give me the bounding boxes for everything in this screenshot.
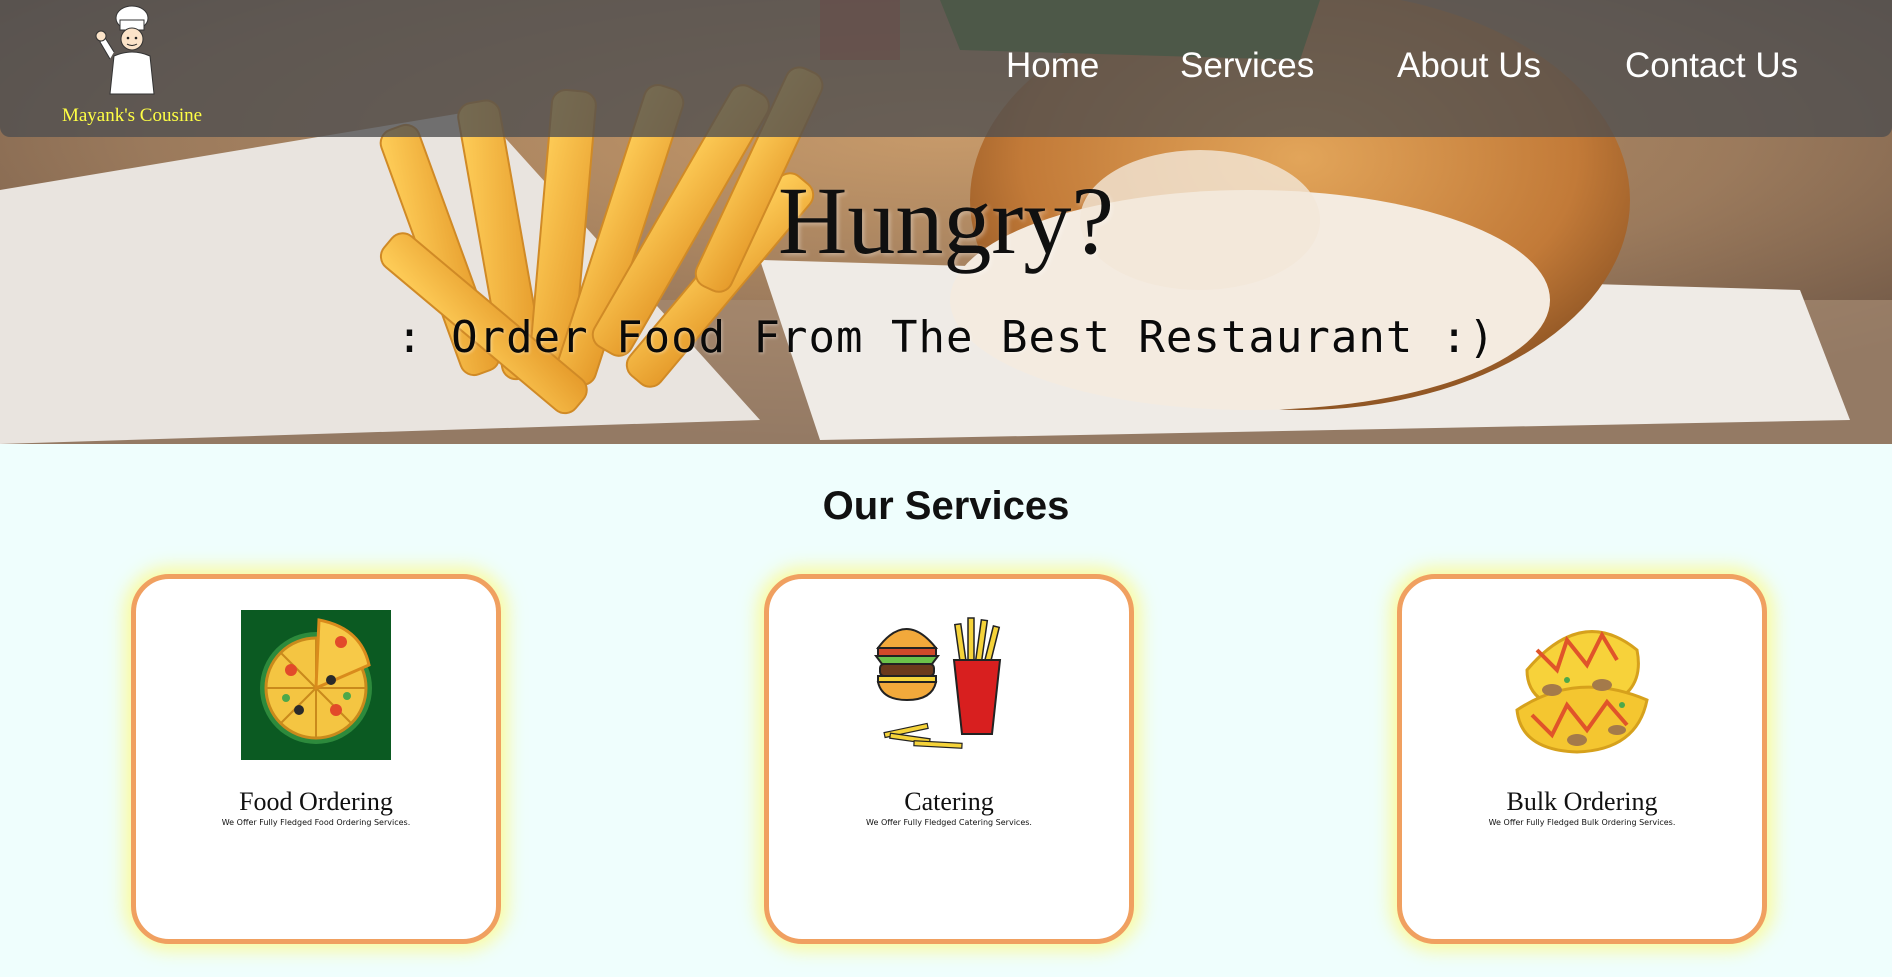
nav-home[interactable]: Home xyxy=(1006,46,1099,86)
burger-fries-icon xyxy=(874,617,1002,749)
nav-about-us[interactable]: About Us xyxy=(1397,46,1541,86)
hero-title: Hungry? xyxy=(778,167,1114,274)
card-title: Food Ordering xyxy=(239,787,393,816)
nav-services[interactable]: Services xyxy=(1180,46,1314,86)
card-description: We Offer Fully Fledged Food Ordering Ser… xyxy=(221,818,411,827)
navbar: Mayank's Cousine Home Services About Us … xyxy=(0,0,1892,137)
brand-name: Mayank's Cousine xyxy=(61,105,203,126)
service-card-bulk-ordering[interactable]: Bulk Ordering We Offer Fully Fledged Bul… xyxy=(1397,574,1767,944)
card-title: Catering xyxy=(904,787,994,816)
services-heading: Our Services xyxy=(822,484,1070,528)
hero-banner: Mayank's Cousine Home Services About Us … xyxy=(0,0,1892,444)
card-title: Bulk Ordering xyxy=(1506,787,1658,816)
pizza-icon xyxy=(241,610,391,760)
hero-subtitle: : Order Food From The Best Restaurant :) xyxy=(396,312,1496,363)
service-card-catering[interactable]: Catering We Offer Fully Fledged Catering… xyxy=(764,574,1134,944)
nav-contact-us[interactable]: Contact Us xyxy=(1625,46,1798,86)
main-nav: Home Services About Us Contact Us xyxy=(0,46,1892,96)
card-description: We Offer Fully Fledged Bulk Ordering Ser… xyxy=(1488,818,1676,827)
omelette-icon xyxy=(1515,630,1649,754)
card-description: We Offer Fully Fledged Catering Services… xyxy=(866,818,1032,827)
service-card-food-ordering[interactable]: Food Ordering We Offer Fully Fledged Foo… xyxy=(131,574,501,944)
